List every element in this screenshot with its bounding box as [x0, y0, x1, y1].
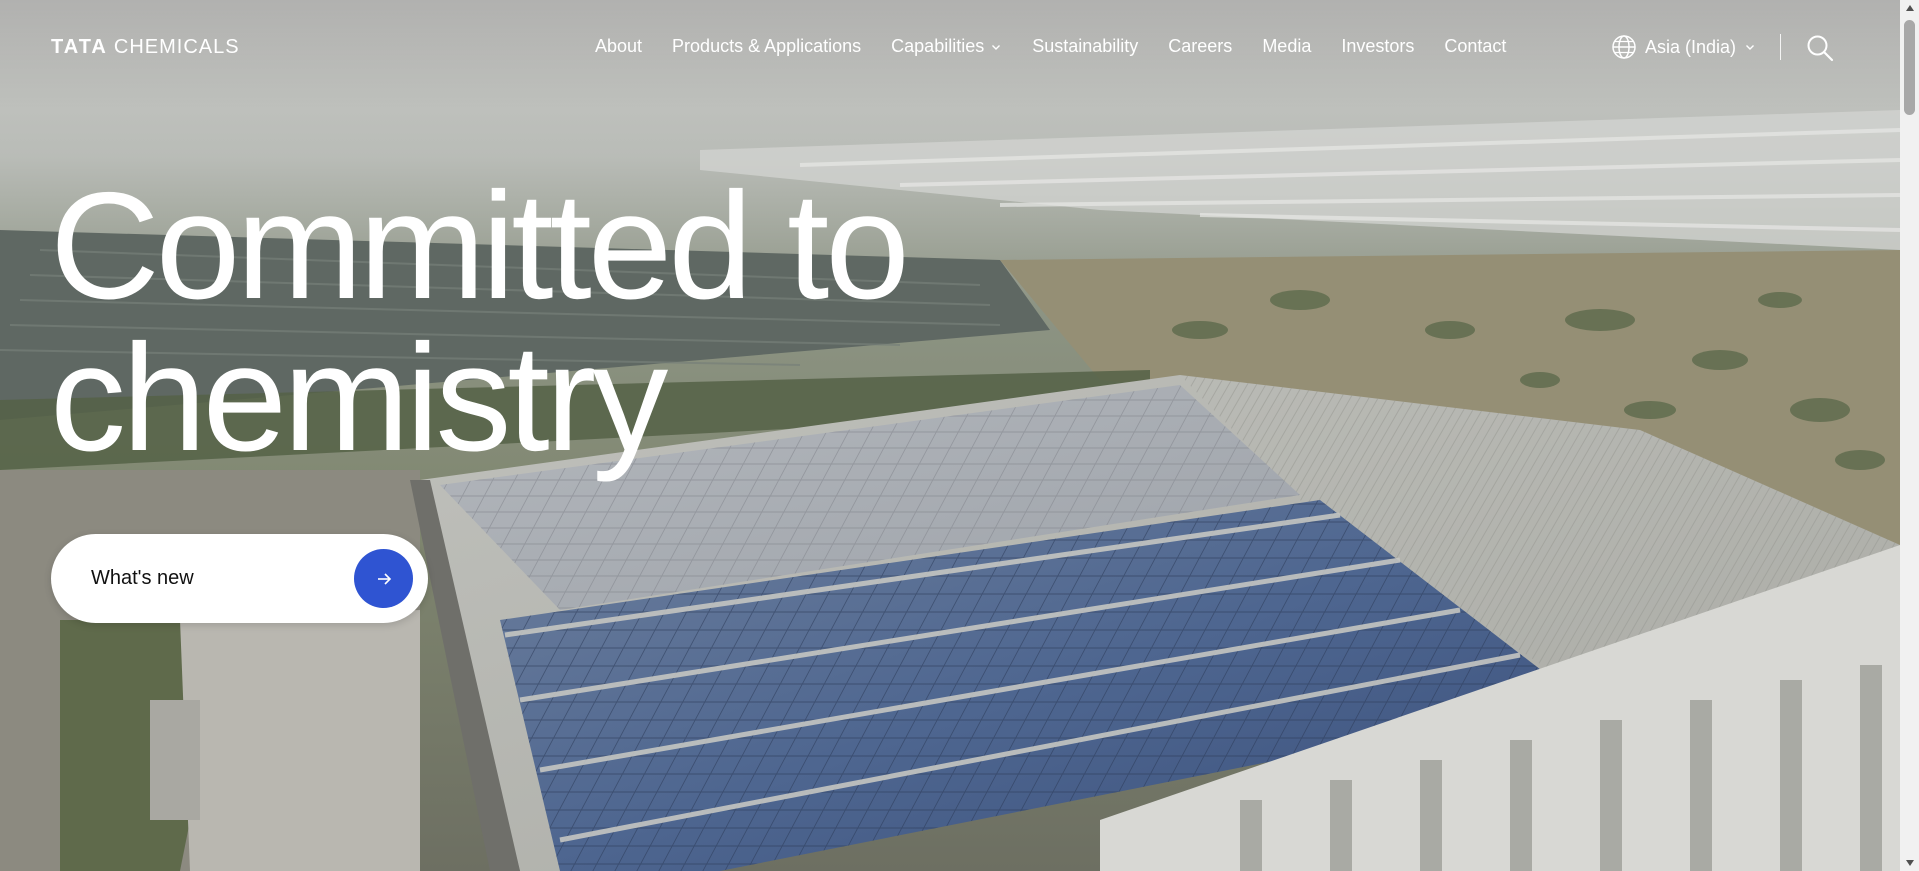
- hero-headline-line1: Committed to: [50, 161, 910, 331]
- logo-tata: TATA: [51, 36, 108, 58]
- globe-icon: [1612, 35, 1636, 59]
- scrollbar-thumb[interactable]: [1904, 20, 1915, 115]
- chevron-down-icon: [992, 44, 1001, 50]
- scroll-up-arrow-icon[interactable]: [1900, 0, 1919, 16]
- search-icon[interactable]: [1806, 34, 1834, 62]
- nav-item-capabilities[interactable]: Capabilities: [891, 36, 1002, 57]
- hero-section: TATA CHEMICALS About Products & Applicat…: [0, 0, 1900, 871]
- nav-item-careers[interactable]: Careers: [1168, 36, 1232, 57]
- tata-chemicals-logo[interactable]: TATA CHEMICALS: [51, 36, 240, 59]
- whats-new-label: What's new: [91, 567, 194, 589]
- hero-headline: Committed to chemistry: [50, 161, 910, 483]
- nav-item-investors[interactable]: Investors: [1341, 36, 1414, 57]
- vertical-scrollbar[interactable]: [1900, 0, 1919, 871]
- hero-headline-line2: chemistry: [50, 313, 668, 483]
- arrow-right-button[interactable]: [354, 549, 413, 608]
- scroll-down-arrow-icon[interactable]: [1900, 855, 1919, 871]
- region-label: Asia (India): [1645, 36, 1737, 57]
- arrow-right-icon: [377, 572, 391, 585]
- nav-item-sustainability[interactable]: Sustainability: [1032, 36, 1138, 57]
- main-nav: About Products & Applications Capabiliti…: [595, 36, 1506, 57]
- nav-item-about[interactable]: About: [595, 36, 642, 57]
- nav-item-contact[interactable]: Contact: [1444, 36, 1506, 57]
- nav-item-capabilities-label: Capabilities: [891, 36, 985, 56]
- nav-item-media[interactable]: Media: [1262, 36, 1311, 57]
- logo-chemicals: CHEMICALS: [113, 36, 240, 58]
- nav-item-products-applications[interactable]: Products & Applications: [672, 36, 861, 57]
- whats-new-button[interactable]: What's new: [51, 534, 428, 623]
- region-selector[interactable]: Asia (India): [1611, 34, 1756, 60]
- top-navigation-bar: TATA CHEMICALS About Products & Applicat…: [0, 0, 1900, 100]
- nav-divider: [1780, 34, 1781, 60]
- chevron-down-icon: [1746, 45, 1755, 50]
